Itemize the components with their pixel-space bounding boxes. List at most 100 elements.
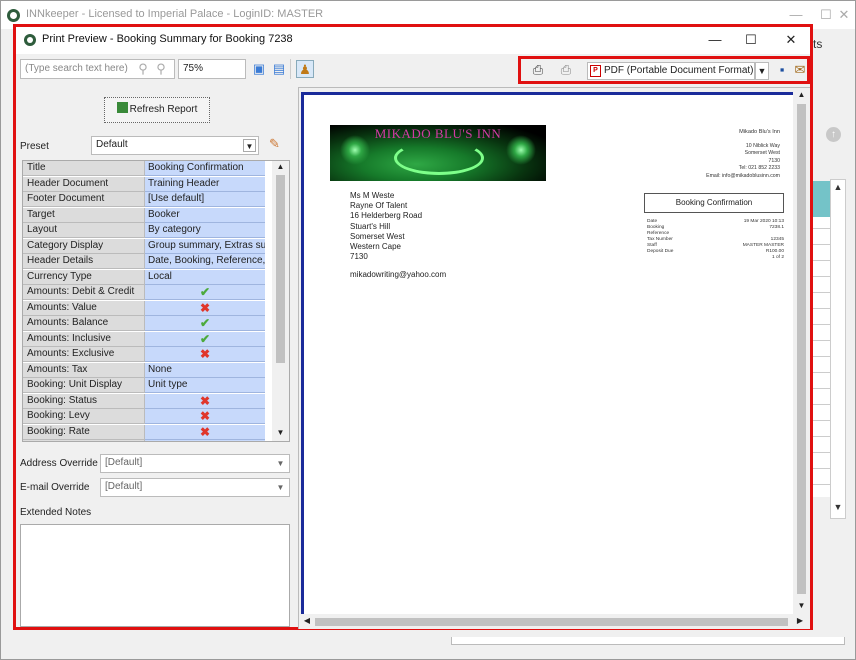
- scroll-thumb[interactable]: [315, 618, 788, 626]
- logo-swirl: [394, 141, 484, 175]
- dialog-close-button[interactable]: ✕: [776, 30, 806, 50]
- main-minimize-button[interactable]: —: [781, 5, 811, 25]
- document-title: Booking Confirmation: [644, 193, 784, 213]
- property-row[interactable]: Amounts: Balance ✔: [23, 316, 271, 332]
- property-row[interactable]: Amounts: Exclusive ✖: [23, 347, 271, 363]
- property-value[interactable]: Local: [145, 269, 265, 285]
- print-icon[interactable]: ⎙: [529, 61, 547, 79]
- main-close-button[interactable]: ✕: [829, 5, 856, 25]
- property-key: Booking: Status: [23, 393, 145, 409]
- property-value[interactable]: [Use default]: [145, 192, 265, 207]
- background-up-icon[interactable]: ↑: [826, 127, 841, 142]
- property-row[interactable]: Booking: Rate ✖: [23, 424, 271, 441]
- property-row[interactable]: Target Booker: [23, 207, 271, 224]
- extended-notes-input[interactable]: [20, 524, 290, 627]
- meta-row: 1 of 2: [647, 255, 784, 261]
- property-value[interactable]: Training Header: [145, 176, 265, 192]
- company-line: Tel: 021 852 2233: [738, 165, 780, 171]
- preview-horizontal-scrollbar[interactable]: ◀ ▶: [299, 615, 810, 629]
- zoom-fit-icon[interactable]: ▣: [250, 60, 268, 78]
- scroll-right-icon[interactable]: ▶: [794, 616, 806, 628]
- property-row[interactable]: Amounts: Tax None: [23, 362, 271, 379]
- scroll-down-icon[interactable]: ▼: [831, 502, 845, 516]
- cross-icon[interactable]: ✖: [145, 440, 265, 441]
- chevron-down-icon[interactable]: ▼: [274, 481, 287, 494]
- property-row[interactable]: Title Booking Confirmation: [23, 161, 271, 177]
- property-row[interactable]: Currency Type Local: [23, 269, 271, 286]
- edit-preset-icon[interactable]: ✎: [269, 136, 280, 152]
- scroll-up-icon[interactable]: ▲: [831, 182, 845, 196]
- scroll-down-icon[interactable]: ▼: [795, 601, 808, 613]
- property-key: Currency Type: [23, 269, 145, 285]
- export-format-select[interactable]: P PDF (Portable Document Format): [587, 62, 755, 80]
- company-line: 10 Niblick Way: [745, 142, 780, 149]
- scroll-up-icon[interactable]: ▲: [274, 162, 287, 174]
- toolbar-divider: [290, 59, 291, 79]
- preview-vertical-scrollbar[interactable]: ▲ ▼: [793, 88, 810, 615]
- email-icon[interactable]: ✉: [791, 61, 809, 79]
- property-row[interactable]: Amounts: Value ✖: [23, 300, 271, 317]
- address-override-select[interactable]: [Default] ▼: [100, 454, 290, 473]
- email-override-select[interactable]: [Default] ▼: [100, 478, 290, 497]
- property-grid-scrollbar[interactable]: ▲ ▼: [272, 161, 289, 441]
- property-row[interactable]: Header Document Training Header: [23, 176, 271, 193]
- scroll-thumb[interactable]: [797, 104, 806, 594]
- property-row[interactable]: Booking: Levy ✖: [23, 409, 271, 425]
- check-icon[interactable]: ✔: [145, 285, 265, 300]
- scroll-down-icon[interactable]: ▼: [274, 428, 287, 440]
- zoom-input[interactable]: 75%: [178, 59, 246, 79]
- lock-icon[interactable]: ♟: [296, 60, 314, 78]
- company-line: Somerset West: [744, 150, 780, 156]
- property-key: Layout: [23, 223, 145, 238]
- background-panel: [451, 637, 845, 645]
- company-line: 7130: [768, 157, 780, 164]
- cross-icon[interactable]: ✖: [145, 409, 265, 424]
- scroll-left-icon[interactable]: ◀: [301, 616, 313, 628]
- preset-select[interactable]: Default ▼: [91, 136, 259, 155]
- extended-notes-label: Extended Notes: [20, 507, 92, 518]
- check-icon[interactable]: ✔: [145, 316, 265, 331]
- property-key: Booking: Levy: [23, 409, 145, 424]
- property-row[interactable]: Header Details Date, Booking, Reference, …: [23, 254, 271, 270]
- scroll-up-icon[interactable]: ▲: [795, 90, 808, 102]
- property-value[interactable]: Unit type: [145, 378, 265, 393]
- property-key: Amounts: Tax: [23, 362, 145, 378]
- inn-logo: MIKADO BLU'S INN: [330, 125, 546, 181]
- refresh-report-button[interactable]: Refresh Report: [104, 97, 210, 123]
- property-row[interactable]: Amounts: Inclusive ✔: [23, 331, 271, 348]
- print-setup-icon[interactable]: ⎙: [557, 61, 575, 79]
- property-value[interactable]: None: [145, 362, 265, 378]
- cross-icon[interactable]: ✖: [145, 300, 265, 316]
- property-value[interactable]: Date, Booking, Reference, S: [145, 254, 265, 269]
- property-row[interactable]: Category DisplayGroup summary, Extras su…: [23, 238, 271, 255]
- property-row[interactable]: Booking: Status ✖: [23, 393, 271, 410]
- chevron-down-icon[interactable]: ▼: [243, 139, 256, 152]
- cross-icon[interactable]: ✖: [145, 424, 265, 440]
- cross-icon[interactable]: ✖: [145, 393, 265, 409]
- scroll-thumb[interactable]: [276, 175, 285, 363]
- find-next-icon[interactable]: ⚲: [152, 60, 170, 78]
- property-row[interactable]: Footer Document [Use default]: [23, 192, 271, 208]
- dialog-maximize-button[interactable]: ☐: [736, 30, 766, 50]
- background-scrollbar[interactable]: ▲ ▼: [830, 179, 846, 519]
- dialog-minimize-button[interactable]: —: [700, 30, 730, 50]
- page-layout-icon[interactable]: ▤: [270, 60, 288, 78]
- property-row[interactable]: Booking: Unit Display Unit type: [23, 378, 271, 394]
- find-previous-icon[interactable]: ⚲: [134, 60, 152, 78]
- chevron-down-icon[interactable]: ▼: [755, 62, 769, 80]
- export-group: ⎙ ⎙ P PDF (Portable Document Format) ▼ ▪…: [518, 56, 810, 84]
- chevron-down-icon[interactable]: ▼: [274, 457, 287, 470]
- property-row[interactable]: Amounts: Debit & Credit ✔: [23, 285, 271, 301]
- property-value[interactable]: Booker: [145, 207, 265, 223]
- property-row[interactable]: ✖: [23, 440, 271, 441]
- save-icon[interactable]: ▪: [773, 61, 791, 79]
- property-value[interactable]: By category: [145, 223, 265, 238]
- property-value[interactable]: Group summary, Extras summ: [145, 238, 265, 254]
- property-key: Header Document: [23, 176, 145, 192]
- property-value[interactable]: Booking Confirmation: [145, 161, 265, 176]
- check-icon[interactable]: ✔: [145, 331, 265, 347]
- preview-toolbar: (Type search text here) ⚲ ⚲ 75% ▣ ▤ ♟ ⎙ …: [16, 55, 810, 87]
- cross-icon[interactable]: ✖: [145, 347, 265, 362]
- property-row[interactable]: Layout By category: [23, 223, 271, 239]
- company-details: Mikado Blu's Inn 10 Niblick Way Somerset …: [620, 129, 780, 180]
